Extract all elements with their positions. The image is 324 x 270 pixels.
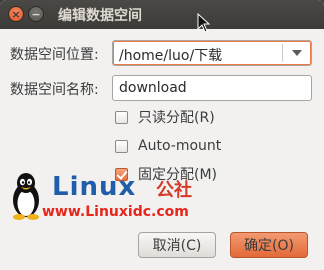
close-icon: × [11,7,21,21]
tux-penguin-icon [13,173,39,220]
combobox-divider [282,44,283,62]
readonly-checkbox[interactable] [115,110,128,124]
minimize-button[interactable]: − [28,6,44,22]
close-button[interactable]: × [8,6,24,22]
logo-url: www.Linuxidc.com [42,204,189,220]
linuxidc-watermark: Linux 公社 www.Linuxidc.com [6,172,216,222]
name-value: download [119,80,187,96]
location-value: /home/luo/下载 [119,48,223,64]
location-label: 数据空间位置: [10,47,99,63]
title-bar: × − 编辑数据空间 [0,0,324,29]
auto-mount-option[interactable]: Auto-mount [115,136,221,156]
auto-mount-label[interactable]: Auto-mount [138,138,221,154]
edit-data-space-dialog: × − 编辑数据空间 数据空间位置: /home/luo/下载 数据空间名称: … [0,0,324,270]
minimize-icon: − [31,7,41,21]
logo-chinese: 公社 [156,180,192,201]
readonly-option[interactable]: 只读分配(R) [115,107,215,127]
chevron-down-icon[interactable] [292,50,302,56]
cancel-button[interactable]: 取消(C) [138,232,216,258]
ok-button[interactable]: 确定(O) [230,232,308,258]
location-combobox[interactable]: /home/luo/下载 [112,40,312,66]
auto-mount-checkbox[interactable] [115,139,128,153]
window-title: 编辑数据空间 [58,8,142,24]
name-input[interactable]: download [112,75,312,101]
name-label: 数据空间名称: [10,82,99,98]
logo-wordmark: Linux [52,172,137,202]
readonly-label[interactable]: 只读分配(R) [138,107,215,127]
mouse-pointer-icon [197,13,211,33]
